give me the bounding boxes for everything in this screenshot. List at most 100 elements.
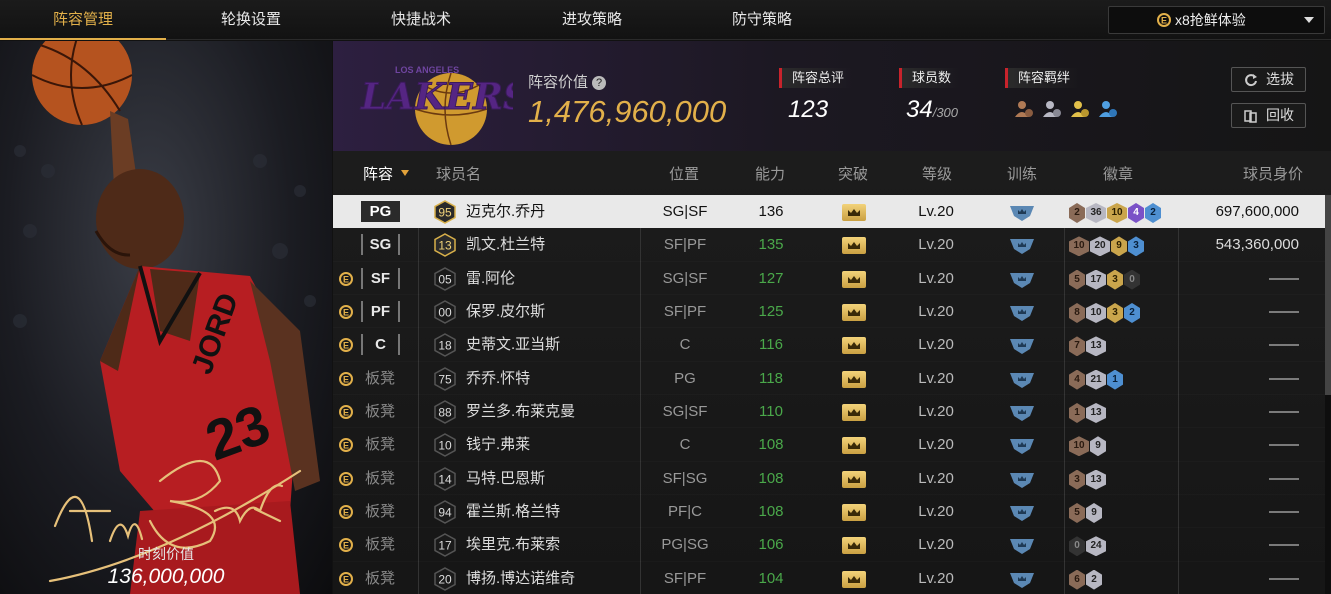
badge-list[interactable]: 8 10 3 2 xyxy=(1069,302,1141,323)
breakthrough-crown-icon[interactable] xyxy=(842,270,866,288)
lineup-slot[interactable]: PF xyxy=(361,300,400,322)
table-row[interactable]: PG 95 迈克尔.乔丹 SG|SF 136 Lv.20 2 36 10 4 2 697,600,00… xyxy=(333,195,1325,229)
badge-list[interactable]: 2 36 10 4 2 xyxy=(1069,202,1162,223)
tab-rotation-settings[interactable]: 轮换设置 xyxy=(166,0,336,40)
training-icon[interactable] xyxy=(1010,269,1034,289)
header-training[interactable]: 训练 xyxy=(1007,163,1037,184)
badge-list[interactable]: 10 9 xyxy=(1069,435,1107,457)
breakthrough-crown-icon[interactable] xyxy=(842,570,866,588)
header-lineup[interactable]: 阵容 xyxy=(363,163,410,184)
player-name: 霍兰斯.格兰特 xyxy=(466,502,561,520)
lineup-slot[interactable]: 板凳 xyxy=(365,562,395,594)
training-icon[interactable] xyxy=(1010,402,1034,422)
training-icon[interactable] xyxy=(1010,302,1034,322)
coin-icon: E xyxy=(339,571,353,586)
help-icon[interactable]: ? xyxy=(592,76,607,90)
rank-number: 00 xyxy=(438,305,452,319)
lineup-slot[interactable]: 板凳 xyxy=(365,495,395,528)
coin-icon: E xyxy=(339,438,353,453)
svg-text:E: E xyxy=(343,374,349,384)
breakthrough-crown-icon[interactable] xyxy=(842,204,866,221)
lineup-slot[interactable]: SF xyxy=(361,267,400,289)
table-row[interactable]: E 板凳 88 罗兰多.布莱克曼 SG|SF 110 Lv.20 1 13 —— xyxy=(333,395,1325,428)
table-row[interactable]: E 板凳 20 博扬.博达诺维奇 SF|PF 104 Lv.20 6 2 —— xyxy=(333,562,1325,594)
breakthrough-crown-icon[interactable] xyxy=(842,337,866,355)
training-icon[interactable] xyxy=(1010,435,1034,455)
breakthrough-crown-icon[interactable] xyxy=(842,437,866,455)
svg-text:E: E xyxy=(1161,16,1167,26)
lineup-slot[interactable]: 板凳 xyxy=(365,462,395,495)
badge-list[interactable]: 7 13 xyxy=(1069,335,1107,357)
tab-offense-strategy[interactable]: 进攻策略 xyxy=(506,0,678,40)
scrollbar-thumb[interactable] xyxy=(1325,195,1331,395)
badge-list[interactable]: 4 21 1 xyxy=(1069,369,1124,390)
badge-count: 20 xyxy=(1090,236,1110,257)
recycle-button[interactable]: 回收 xyxy=(1231,103,1306,128)
lineup-slot[interactable]: 板凳 xyxy=(365,528,395,561)
breakthrough-crown-icon[interactable] xyxy=(842,403,866,421)
svg-text:E: E xyxy=(343,307,349,317)
header-badges[interactable]: 徽章 xyxy=(1103,163,1133,184)
table-row[interactable]: SG 13 凯文.杜兰特 SF|PF 135 Lv.20 10 20 9 3 543,360,000 xyxy=(333,228,1325,261)
reselect-button[interactable]: 选拔 xyxy=(1231,67,1306,92)
header-ability[interactable]: 能力 xyxy=(755,163,785,184)
player-value: 543,360,000 xyxy=(1215,236,1299,254)
badge-list[interactable]: 3 13 xyxy=(1069,469,1107,490)
breakthrough-crown-icon[interactable] xyxy=(842,237,866,255)
table-row[interactable]: E C 18 史蒂文.亚当斯 C 116 Lv.20 7 13 —— xyxy=(333,328,1325,361)
training-icon[interactable] xyxy=(1010,535,1034,555)
badge-list[interactable]: 0 24 xyxy=(1069,535,1107,557)
header-player-value[interactable]: 球员身价 xyxy=(1243,163,1303,184)
header-breakthrough[interactable]: 突破 xyxy=(838,163,868,184)
badge-count: 4 xyxy=(1128,203,1144,223)
badge-list[interactable]: 59 xyxy=(1069,502,1103,523)
rank-number: 13 xyxy=(438,239,452,253)
breakthrough-crown-icon[interactable] xyxy=(842,503,866,521)
tab-defense-strategy[interactable]: 防守策略 xyxy=(678,0,846,40)
breakthrough-crown-icon[interactable] xyxy=(842,370,866,388)
table-row[interactable]: E 板凳 14 马特.巴恩斯 SF|SG 108 Lv.20 3 13 —— xyxy=(333,462,1325,495)
lineup-slot[interactable]: 板凳 xyxy=(365,428,395,461)
training-icon[interactable] xyxy=(1010,202,1034,222)
tab-quick-tactics[interactable]: 快捷战术 xyxy=(336,0,506,40)
badge-list[interactable]: 5 17 3 0 xyxy=(1069,269,1141,290)
training-icon[interactable] xyxy=(1010,502,1034,522)
header-position[interactable]: 位置 xyxy=(669,163,699,184)
featured-player-card[interactable]: JORD 23 时刻价值 136,000,000 xyxy=(0,41,332,594)
table-row[interactable]: E 板凳 75 乔乔.怀特 PG 118 Lv.20 4 21 1 —— xyxy=(333,362,1325,395)
player-level: Lv.20 xyxy=(918,402,954,420)
breakthrough-crown-icon[interactable] xyxy=(842,470,866,488)
tab-lineup-management[interactable]: 阵容管理 xyxy=(0,0,166,40)
coin-icon: E xyxy=(1157,13,1171,27)
training-icon[interactable] xyxy=(1010,569,1034,589)
breakthrough-crown-icon[interactable] xyxy=(842,303,866,321)
lineup-slot[interactable]: SG xyxy=(361,234,400,256)
badge-count: 13 xyxy=(1086,336,1106,357)
breakthrough-crown-icon[interactable] xyxy=(842,537,866,555)
badge-list[interactable]: 62 xyxy=(1069,569,1103,590)
table-row[interactable]: E PF 00 保罗.皮尔斯 SF|PF 125 Lv.20 8 10 3 2 —— xyxy=(333,295,1325,328)
lineup-slot[interactable]: 板凳 xyxy=(365,362,395,395)
training-icon[interactable] xyxy=(1010,335,1034,355)
lineup-slot[interactable]: C xyxy=(361,334,400,356)
training-icon[interactable] xyxy=(1010,235,1034,255)
table-row[interactable]: E 板凳 94 霍兰斯.格兰特 PF|C 108 Lv.20 5 9 —— xyxy=(333,495,1325,528)
player-count-label: 球员数 xyxy=(899,68,960,88)
training-icon[interactable] xyxy=(1010,369,1034,389)
training-icon[interactable] xyxy=(1010,469,1034,489)
badge-list[interactable]: 1 13 xyxy=(1069,402,1107,423)
table-row[interactable]: E 板凳 17 埃里克.布莱索 PG|SG 106 Lv.20 0 24 —— xyxy=(333,528,1325,561)
recycle-icon xyxy=(1244,110,1257,123)
player-ability: 106 xyxy=(758,536,784,554)
header-name[interactable]: 球员名 xyxy=(436,163,481,184)
rank-number: 17 xyxy=(438,539,452,553)
rank-badge: 75 xyxy=(434,366,456,391)
badge-list[interactable]: 10 20 9 3 xyxy=(1069,235,1145,257)
table-row[interactable]: E 板凳 10 钱宁.弗莱 C 108 Lv.20 10 9 —— xyxy=(333,428,1325,461)
header-level[interactable]: 等级 xyxy=(922,163,952,184)
table-row[interactable]: E SF 05 雷.阿伦 SG|SF 127 Lv.20 5 17 3 0 —— xyxy=(333,262,1325,295)
team-bonds[interactable] xyxy=(1013,99,1125,121)
lineup-dropdown[interactable]: E x8抢鲜体验 xyxy=(1108,6,1325,34)
lineup-slot[interactable]: 板凳 xyxy=(365,395,395,428)
lineup-slot[interactable]: PG xyxy=(361,201,400,222)
